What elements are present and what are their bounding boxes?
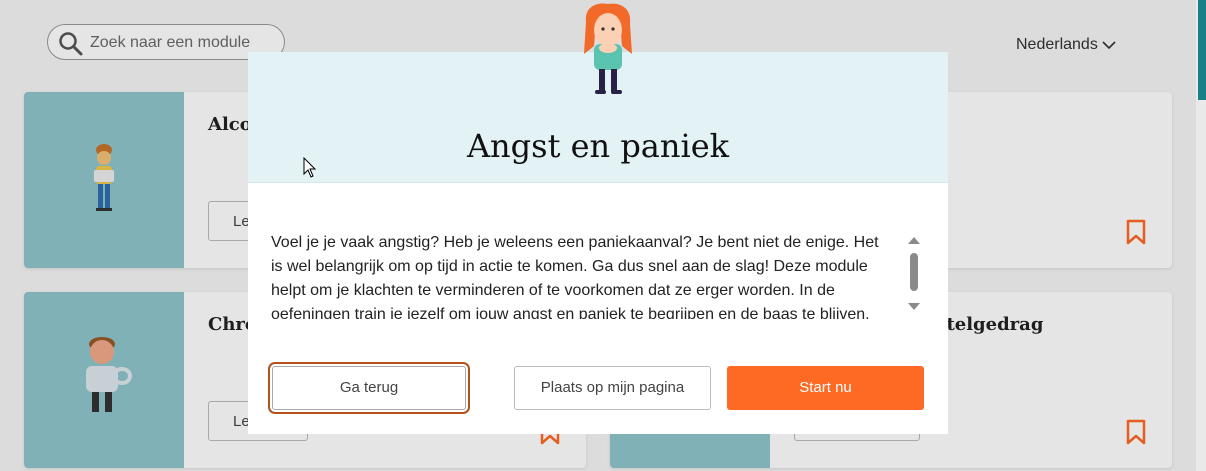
mouse-cursor-icon: [303, 157, 317, 178]
scroll-down-arrow-icon[interactable]: [908, 303, 920, 310]
start-now-button[interactable]: Start nu: [727, 366, 924, 410]
character-illustration: [584, 3, 632, 94]
page-scrollbar-thumb[interactable]: [1198, 0, 1206, 100]
go-back-button[interactable]: Ga terug: [272, 366, 466, 410]
module-dialog: Angst en paniek Voel je je vaak angstig?…: [248, 52, 948, 434]
modal-title: Angst en paniek: [466, 127, 730, 165]
modal-scrollbar[interactable]: [905, 235, 923, 315]
scroll-thumb[interactable]: [910, 253, 918, 291]
scroll-up-arrow-icon[interactable]: [908, 237, 920, 244]
modal-description: Voel je je vaak angstig? Heb je weleens …: [271, 234, 879, 319]
place-on-page-button[interactable]: Plaats op mijn pagina: [514, 366, 711, 410]
